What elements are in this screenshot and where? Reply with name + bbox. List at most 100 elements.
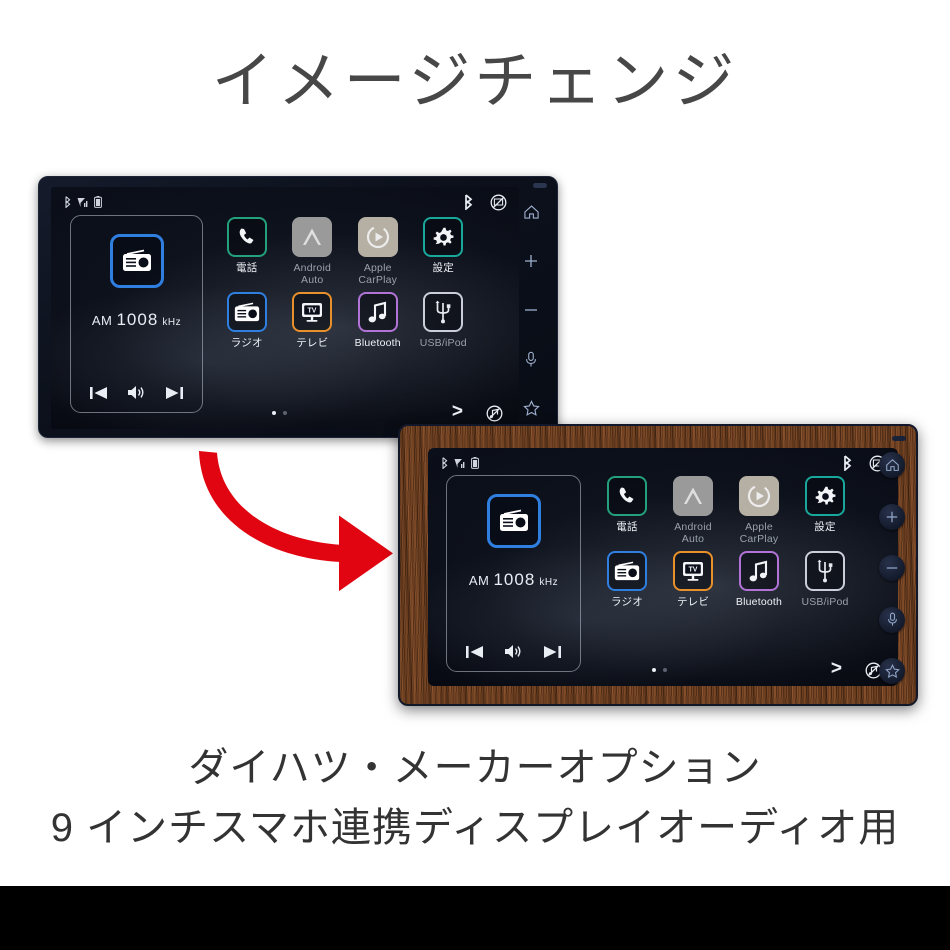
microphone-icon[interactable] <box>879 606 905 633</box>
usb-icon <box>423 292 464 332</box>
app-label: テレビ <box>296 337 329 349</box>
volume-icon[interactable] <box>504 644 523 659</box>
previous-track-icon[interactable] <box>90 386 109 400</box>
app-label: Bluetooth <box>354 337 401 349</box>
battery-icon <box>471 457 479 469</box>
carplay-icon <box>357 217 398 257</box>
page-indicator <box>272 411 287 415</box>
page-dot[interactable] <box>283 411 287 415</box>
app-radio[interactable]: ラジオ <box>594 551 660 608</box>
carplay-icon <box>739 476 779 516</box>
status-right-icons <box>462 194 507 211</box>
previous-track-icon[interactable] <box>466 645 485 659</box>
app-usb-ipod[interactable]: USB/iPod <box>411 292 477 349</box>
app-phone[interactable]: 電話 <box>594 476 660 545</box>
app-phone[interactable]: 電話 <box>214 217 280 286</box>
battery-icon <box>94 196 102 208</box>
head-unit-wood: AM 1008 kHz 電話 Android Auto Apple CarPla… <box>398 424 918 706</box>
app-label: 設定 <box>814 521 836 533</box>
app-label: USB/iPod <box>419 337 467 349</box>
radio-frequency-value: 1008 <box>493 570 536 589</box>
radio-frequency-unit: kHz <box>539 577 559 588</box>
app-label: 電話 <box>616 521 638 533</box>
app-label: Android Auto <box>674 521 712 545</box>
app-bluetooth-audio[interactable]: Bluetooth <box>726 551 792 608</box>
radio-band: AM <box>91 313 113 328</box>
home-icon[interactable] <box>879 452 905 478</box>
app-bluetooth-audio[interactable]: Bluetooth <box>345 292 411 349</box>
app-usb-ipod[interactable]: USB/iPod <box>792 551 858 608</box>
app-label: 設定 <box>432 262 454 274</box>
status-bar <box>63 194 507 210</box>
microphone-icon[interactable] <box>518 346 544 372</box>
radio-icon <box>226 292 267 332</box>
app-apple-carplay[interactable]: Apple CarPlay <box>726 476 792 545</box>
radio-frequency: AM 1008 kHz <box>92 310 181 330</box>
star-icon[interactable] <box>879 658 905 684</box>
plus-icon[interactable] <box>518 248 544 274</box>
transport-controls <box>71 385 202 400</box>
next-page-button[interactable]: > <box>452 402 463 422</box>
minus-icon[interactable] <box>879 555 905 581</box>
status-left-icons <box>440 457 479 469</box>
signal-bars-icon <box>454 458 466 469</box>
app-label: ラジオ <box>611 596 643 608</box>
app-tv[interactable]: TV テレビ <box>280 292 346 349</box>
display-screen-dark: AM 1008 kHz 電話 Android Auto Apple CarPla… <box>51 187 519 429</box>
tv-icon: TV <box>292 292 333 332</box>
indicator-led <box>533 183 547 188</box>
transport-controls <box>447 644 580 659</box>
app-android-auto[interactable]: Android Auto <box>280 217 346 286</box>
music-note-icon <box>739 551 779 591</box>
no-display-icon <box>490 194 507 211</box>
phone-icon <box>607 476 647 516</box>
app-settings[interactable]: 設定 <box>792 476 858 545</box>
next-track-icon[interactable] <box>164 386 183 400</box>
curved-red-arrow <box>185 428 415 603</box>
minus-icon[interactable] <box>518 297 544 323</box>
app-android-auto[interactable]: Android Auto <box>660 476 726 545</box>
status-bar <box>440 455 886 471</box>
status-left-icons <box>63 196 102 208</box>
indicator-led <box>892 436 906 441</box>
android-auto-icon <box>673 476 713 516</box>
music-note-icon <box>357 292 398 332</box>
app-settings[interactable]: 設定 <box>411 217 477 286</box>
bluetooth-icon <box>841 455 853 471</box>
star-icon[interactable] <box>518 395 544 421</box>
page-dot-active[interactable] <box>652 668 656 672</box>
radio-icon <box>607 551 647 591</box>
app-tv[interactable]: TV テレビ <box>660 551 726 608</box>
svg-text:TV: TV <box>689 567 698 574</box>
phone-icon <box>226 217 267 257</box>
head-unit-dark: AM 1008 kHz 電話 Android Auto Apple CarPla… <box>38 176 558 438</box>
now-playing-widget[interactable]: AM 1008 kHz <box>70 215 203 413</box>
gear-icon <box>423 217 464 257</box>
page-dot[interactable] <box>663 668 667 672</box>
hardware-button-column <box>872 452 912 684</box>
page-indicator <box>652 668 667 672</box>
app-radio[interactable]: ラジオ <box>214 292 280 349</box>
svg-text:TV: TV <box>308 308 317 315</box>
app-apple-carplay[interactable]: Apple CarPlay <box>345 217 411 286</box>
signal-bars-icon <box>77 197 89 208</box>
gear-icon <box>805 476 845 516</box>
screen-footer: > <box>594 659 888 681</box>
next-page-button[interactable]: > <box>831 659 842 679</box>
radio-frequency-value: 1008 <box>116 310 159 329</box>
radio-icon <box>486 494 541 548</box>
now-playing-widget[interactable]: AM 1008 kHz <box>446 475 581 672</box>
home-icon[interactable] <box>518 199 544 225</box>
caption-line-2: 9 インチスマホ連携ディスプレイオーディオ用 <box>50 806 900 850</box>
caption-line-1: ダイハツ・メーカーオプション <box>188 746 762 790</box>
page-dot-active[interactable] <box>272 411 276 415</box>
volume-icon[interactable] <box>127 385 146 400</box>
display-screen-wood: AM 1008 kHz 電話 Android Auto Apple CarPla… <box>428 448 898 686</box>
app-label: テレビ <box>676 596 710 608</box>
hardware-button-column <box>511 199 551 421</box>
bottom-black-bar <box>0 886 950 950</box>
app-label: USB/iPod <box>801 596 849 608</box>
app-label: Apple CarPlay <box>739 521 779 545</box>
next-track-icon[interactable] <box>542 645 561 659</box>
plus-icon[interactable] <box>879 503 905 530</box>
